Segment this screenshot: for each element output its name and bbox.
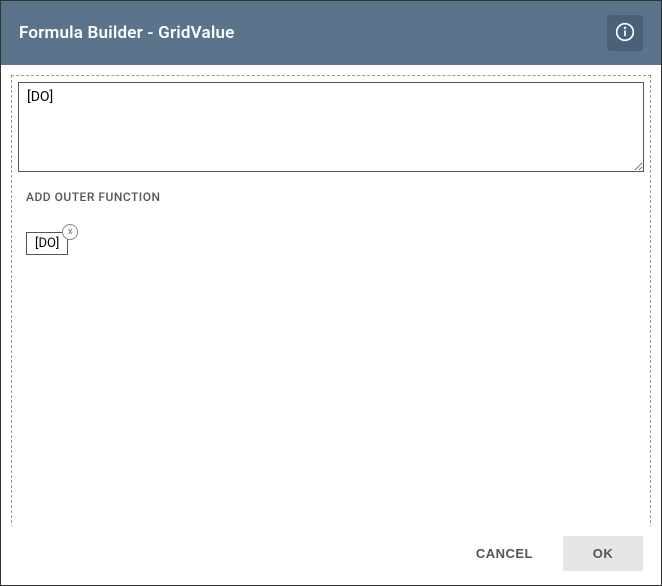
- dialog-title: Formula Builder - GridValue: [19, 23, 235, 43]
- left-panel: ADD OUTER FUNCTION [DO] x: [18, 178, 336, 526]
- ok-button[interactable]: OK: [563, 536, 643, 571]
- right-panel: [336, 178, 645, 526]
- add-outer-function-label: ADD OUTER FUNCTION: [22, 184, 331, 222]
- info-button[interactable]: [607, 15, 643, 51]
- dialog-body-inner: ADD OUTER FUNCTION [DO] x: [11, 75, 651, 526]
- formula-input[interactable]: [18, 82, 644, 172]
- info-icon: [615, 22, 635, 45]
- dialog-footer: CANCEL OK: [1, 526, 661, 585]
- token-container: [DO] x: [26, 232, 68, 255]
- outer-scrollbar[interactable]: [645, 75, 661, 516]
- dialog-header: Formula Builder - GridValue: [1, 1, 661, 65]
- token-remove-button[interactable]: x: [62, 224, 78, 240]
- panels-container: ADD OUTER FUNCTION [DO] x: [18, 178, 644, 526]
- formula-builder-dialog: Formula Builder - GridValue ADD OUTER FU…: [0, 0, 662, 586]
- dialog-body: ADD OUTER FUNCTION [DO] x: [1, 65, 661, 526]
- cancel-button[interactable]: CANCEL: [456, 536, 553, 571]
